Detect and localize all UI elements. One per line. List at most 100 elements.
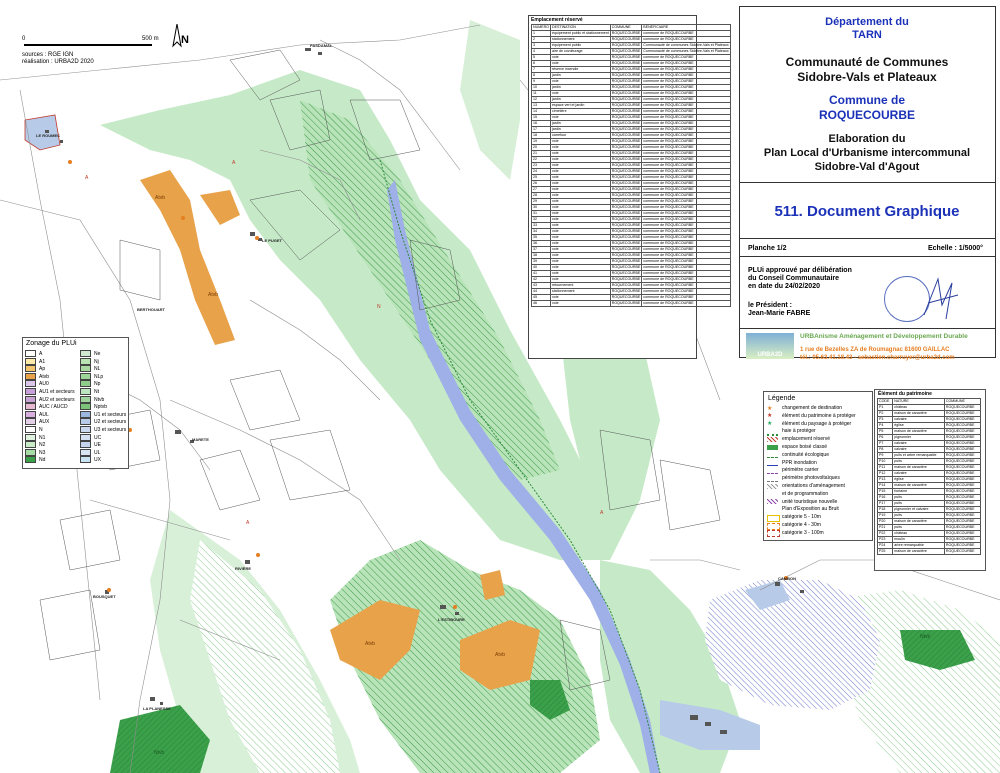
departement-name: TARN [852, 29, 882, 41]
scale-end: 500 m [142, 36, 159, 42]
zone-label-atvb: Atvb [155, 195, 166, 201]
zone-swatch [80, 410, 91, 418]
hatch-grey-icon [767, 483, 778, 489]
table-cell: ROQUECOURBE [609, 42, 643, 49]
hatch-red-icon [767, 436, 778, 442]
star-red-icon: ★ [767, 413, 773, 420]
document-title: 511. Document Graphique [774, 203, 960, 220]
table-cell: ROQUECOURBE [609, 210, 643, 217]
zone-label-a: A [246, 520, 250, 526]
zoning-legend-item: N [25, 426, 43, 433]
table-cell: ROQUECOURBE [943, 548, 982, 555]
zoning-legend-item: UC [80, 433, 102, 441]
zoning-legend-item: NLp [80, 372, 103, 380]
zone-swatch [80, 357, 91, 365]
dash-grey-icon [767, 476, 778, 482]
zoning-legend-item: N3 [25, 448, 45, 456]
place-marete: MARETE [192, 437, 209, 442]
heritage-title: Élément du patrimoine [878, 391, 932, 397]
zone-label: UE [94, 442, 101, 449]
zoning-legend-item: AU2 et secteurs [25, 395, 75, 403]
zoning-legend-item: AU1 et secteurs [25, 388, 75, 395]
cc-name: Sidobre-Vals et Plateaux [797, 70, 937, 84]
table-cell: ROQUECOURBE [609, 270, 643, 277]
zone-swatch [80, 372, 91, 380]
table-cell: ROQUECOURBE [609, 228, 643, 235]
elaboration-line-3: Sidobre-Val d'Agout [814, 161, 920, 173]
table-cell: ROQUECOURBE [609, 72, 643, 79]
commune-label: Commune de [828, 93, 905, 107]
president-label: le Président : [748, 302, 792, 309]
table-cell: ROQUECOURBE [609, 186, 643, 193]
approval-line-1: PLUi approuvé par délibération [748, 267, 852, 274]
zone-swatch [25, 350, 36, 357]
elaboration-line-2: Plan Local d'Urbanisme intercommunal [763, 147, 971, 159]
zone-label: AUL [39, 411, 49, 418]
place-bousquet: BOUSQUET [93, 594, 116, 599]
table-cell: ROQUECOURBE [609, 156, 643, 163]
scale-zero: 0 [22, 36, 26, 42]
table-cell: ROQUECOURBE [609, 168, 643, 175]
zone-swatch [25, 433, 36, 441]
zone-label-a: A [600, 510, 604, 516]
scale-bar [24, 44, 152, 46]
table-cell: ROQUECOURBE [609, 198, 643, 205]
zone-label: Nd [39, 457, 46, 464]
star-green-icon: ★ [767, 421, 773, 428]
table-cell: ROQUECOURBE [609, 216, 643, 223]
hedge-dots-icon [767, 429, 778, 436]
table-row: P25 maison de caractère ROQUECOURBE [876, 548, 982, 555]
zone-swatch [25, 380, 36, 388]
table-cell: Communauté de communes Sidobre-Vals et P… [641, 48, 731, 55]
legend-item: catégorie 5 - 10m [782, 514, 821, 521]
circles-green-icon [767, 444, 778, 450]
divider [739, 256, 995, 257]
elaboration-line-1: Elaboration du [828, 133, 906, 145]
urba-address: 1 rue de Bezelles ZA de Roumagnac 81600 … [800, 347, 950, 353]
zone-label-a: A [85, 175, 89, 181]
zoning-legend-item: Nd [25, 456, 46, 464]
zone-label: Np [94, 381, 101, 388]
table-cell: ROQUECOURBE [609, 78, 643, 85]
zoning-legend-item: U1 et secteurs [80, 410, 126, 418]
legend-item: catégorie 4 - 30m [782, 522, 821, 528]
zone-swatch [25, 441, 36, 449]
zone-swatch [80, 426, 91, 433]
table-cell: ROQUECOURBE [609, 204, 643, 211]
table-cell: commune de ROQUECOURBE [641, 300, 731, 307]
zoning-legend-item: Np [80, 380, 101, 388]
urba2d-logo: URBA2D [746, 333, 794, 359]
legend-item: périmètre carrier [782, 467, 819, 474]
approval-line-3: en date du 24/02/2020 [748, 283, 820, 290]
divider [739, 182, 995, 183]
zoning-legend-item: AUX [25, 418, 49, 426]
zoning-legend-item: Ntvb [80, 395, 104, 403]
zone-swatch [80, 350, 91, 357]
zone-label: Nt [94, 388, 99, 395]
commune-name: ROQUECOURBE [818, 108, 915, 122]
box-orange-icon [767, 522, 780, 530]
zone-label-n: N [377, 304, 381, 310]
zone-swatch [80, 388, 91, 395]
zoning-legend-item: UX [80, 456, 101, 464]
zone-swatch [80, 403, 91, 411]
zoning-legend-item: Nj [80, 357, 99, 365]
table-cell: ROQUECOURBE [609, 240, 643, 247]
zoning-legend-item: Atvb [25, 372, 49, 380]
table-cell: ROQUECOURBE [609, 36, 643, 43]
table-row: 46 voie ROQUECOURBE commune de ROQUECOURBE [531, 300, 731, 307]
zone-label: UC [94, 434, 102, 441]
table-cell: ROQUECOURBE [609, 180, 643, 187]
zone-label: Ap [39, 366, 46, 373]
place-estiboure: L'ESTIBOURE [438, 617, 465, 622]
zone-label: Nj [94, 358, 99, 365]
table-cell: ROQUECOURBE [609, 30, 643, 37]
table-cell: ROQUECOURBE [609, 126, 643, 133]
place-riviere: RIVIÈRE [235, 566, 252, 571]
zone-label: UX [94, 457, 101, 464]
legend-item: Plan d'Exposition au Bruit [782, 506, 839, 513]
table-cell: ROQUECOURBE [609, 96, 643, 103]
zoning-legend-item: U3 et secteurs [80, 426, 126, 433]
zoning-legend-item: AUL [25, 410, 49, 418]
urba-contact: tél.: 05.63.41.18.43 - sebastien.charruy… [800, 355, 955, 361]
